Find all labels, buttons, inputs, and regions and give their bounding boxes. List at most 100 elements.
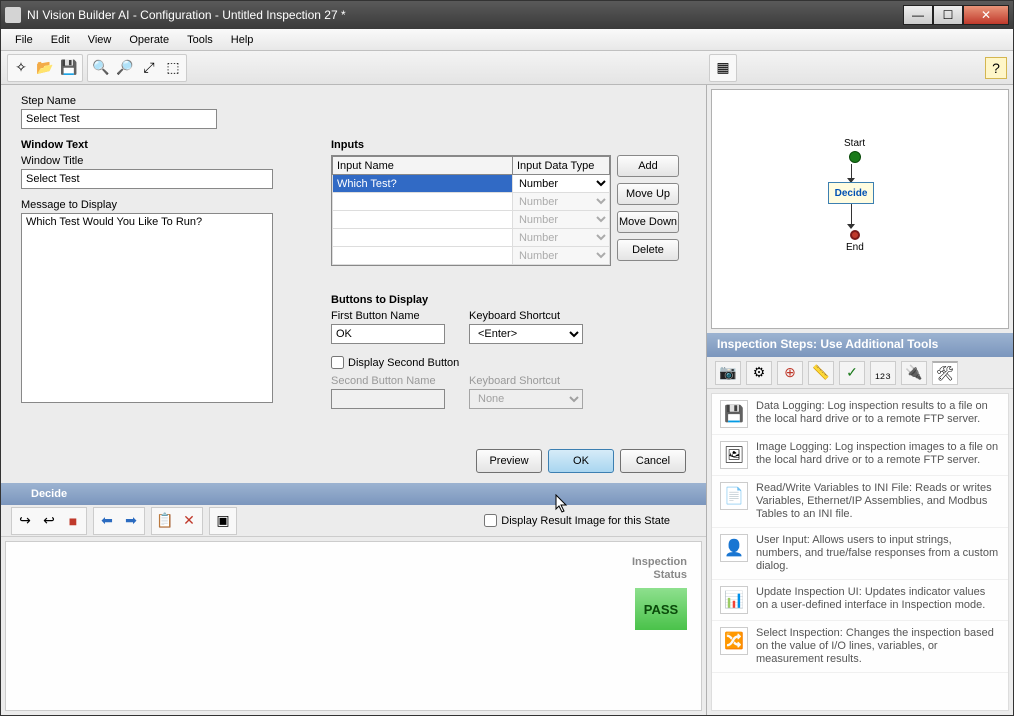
save-icon[interactable]: 💾 [58, 57, 80, 79]
col-input-type[interactable]: Input Data Type [512, 157, 609, 175]
tab-camera-icon[interactable]: 📷 [715, 361, 741, 385]
flow-start-label: Start [844, 138, 865, 149]
table-row[interactable]: Number [333, 211, 610, 229]
step-item[interactable]: 👤User Input: Allows users to input strin… [712, 528, 1008, 580]
step-out-icon[interactable]: ↩ [38, 510, 60, 532]
table-row[interactable]: Number [333, 193, 610, 211]
move-up-button[interactable]: Move Up [617, 183, 679, 205]
zoom-in-icon[interactable]: 🔍 [90, 57, 112, 79]
new-icon[interactable]: ✧ [10, 57, 32, 79]
next-icon[interactable]: ➡ [120, 510, 142, 532]
keyboard-shortcut-select[interactable]: <Enter> [469, 324, 583, 344]
message-textarea[interactable]: Which Test Would You Like To Run? [21, 213, 273, 403]
step-text: User Input: Allows users to input string… [756, 534, 1000, 573]
step-icon: 📊 [720, 586, 748, 614]
inputs-table: Input Name Input Data Type Which Test?Nu… [331, 155, 611, 266]
menu-edit[interactable]: Edit [43, 32, 78, 48]
app-icon [5, 7, 21, 23]
step-item[interactable]: 📊Update Inspection UI: Updates indicator… [712, 580, 1008, 621]
zoom-fit-icon[interactable]: ⤢ [138, 57, 160, 79]
tab-target-icon[interactable]: ⊕ [777, 361, 803, 385]
zoom-region-icon[interactable]: ⬚ [162, 57, 184, 79]
main-toolbar: ✧ 📂 💾 🔍 🔎 ⤢ ⬚ ▦ ? [1, 51, 1013, 85]
window-title-input[interactable] [21, 169, 273, 189]
step-item[interactable]: 🔀 Select Inspection: Changes the inspecti… [712, 621, 1008, 673]
flow-start[interactable]: Start [844, 138, 865, 163]
step-icon: 🔀 [720, 627, 748, 655]
flow-end[interactable]: End [846, 230, 864, 253]
steps-toolbar: 📷 ⚙ ⊕ 📏 ✓ ₁₂₃ 🔌 🛠 [707, 357, 1013, 389]
input-name-cell[interactable]: Which Test? [333, 175, 513, 193]
pass-indicator: PASS [635, 588, 687, 630]
help-icon[interactable]: ? [985, 57, 1007, 79]
tab-measure-icon[interactable]: 📏 [808, 361, 834, 385]
input-name-cell[interactable] [333, 211, 513, 229]
tab-check-icon[interactable]: ✓ [839, 361, 865, 385]
clipboard-icon[interactable]: 📋 [154, 510, 176, 532]
minimize-button[interactable]: — [903, 5, 933, 25]
display-result-label: Display Result Image for this State [501, 515, 670, 527]
delete-step-icon[interactable]: ✕ [178, 510, 200, 532]
step-icon: 🖼 [720, 441, 748, 469]
table-row[interactable]: Which Test?Number [333, 175, 610, 193]
menu-view[interactable]: View [80, 32, 120, 48]
layout-icon[interactable]: ▦ [712, 57, 734, 79]
menu-operate[interactable]: Operate [121, 32, 177, 48]
input-name-cell[interactable] [333, 193, 513, 211]
step-item[interactable]: 💾Data Logging: Log inspection results to… [712, 394, 1008, 435]
display-result-checkbox[interactable] [484, 514, 497, 527]
window-text-heading: Window Text [21, 139, 301, 151]
ok-button[interactable]: OK [548, 449, 614, 473]
menu-tools[interactable]: Tools [179, 32, 221, 48]
preview-button[interactable]: Preview [476, 449, 542, 473]
keyboard-shortcut2-select: None [469, 389, 583, 409]
tab-numeric-icon[interactable]: ₁₂₃ [870, 361, 896, 385]
prev-icon[interactable]: ⬅ [96, 510, 118, 532]
menu-help[interactable]: Help [223, 32, 262, 48]
flow-decide-label: Decide [828, 182, 874, 204]
step-name-input[interactable] [21, 109, 217, 129]
close-button[interactable]: ✕ [963, 5, 1009, 25]
input-name-cell[interactable] [333, 229, 513, 247]
table-row[interactable]: Number [333, 247, 610, 265]
zoom-out-icon[interactable]: 🔎 [114, 57, 136, 79]
tab-tools-icon[interactable]: 🛠 [932, 361, 958, 385]
step-item[interactable]: 🖼Image Logging: Log inspection images to… [712, 435, 1008, 476]
titlebar: NI Vision Builder AI - Configuration - U… [1, 1, 1013, 29]
input-type-select: Number [513, 211, 609, 228]
flow-decide[interactable]: Decide [828, 182, 874, 204]
maximize-button[interactable]: ☐ [933, 5, 963, 25]
details-icon[interactable]: ▣ [212, 510, 234, 532]
keyboard-shortcut2-label: Keyboard Shortcut [469, 375, 583, 387]
second-button-name-input [331, 389, 445, 409]
first-button-name-input[interactable] [331, 324, 445, 344]
window-title-label: Window Title [21, 155, 301, 167]
display-second-checkbox[interactable] [331, 356, 344, 369]
stop-icon[interactable]: ■ [62, 510, 84, 532]
step-in-icon[interactable]: ↪ [14, 510, 36, 532]
move-down-button[interactable]: Move Down [617, 211, 679, 233]
step-icon: 💾 [720, 400, 748, 428]
display-second-label: Display Second Button [348, 357, 459, 369]
steps-header: Inspection Steps: Use Additional Tools [707, 333, 1013, 357]
tab-io-icon[interactable]: 🔌 [901, 361, 927, 385]
col-input-name[interactable]: Input Name [333, 157, 513, 175]
step-text: Select Inspection: Changes the inspectio… [756, 627, 1000, 666]
add-button[interactable]: Add [617, 155, 679, 177]
state-toolbar: ↪ ↩ ■ ⬅ ➡ 📋 ✕ ▣ Display Res [1, 505, 706, 537]
open-icon[interactable]: 📂 [34, 57, 56, 79]
step-name-label: Step Name [21, 95, 686, 107]
tab-process-icon[interactable]: ⚙ [746, 361, 772, 385]
menu-file[interactable]: File [7, 32, 41, 48]
steps-list[interactable]: 💾Data Logging: Log inspection results to… [711, 393, 1009, 711]
cancel-button[interactable]: Cancel [620, 449, 686, 473]
input-name-cell[interactable] [333, 247, 513, 265]
flowchart[interactable]: Start Decide End [711, 89, 1009, 329]
table-row[interactable]: Number [333, 229, 610, 247]
second-button-name-label: Second Button Name [331, 375, 445, 387]
step-item[interactable]: 📄Read/Write Variables to INI File: Reads… [712, 476, 1008, 528]
delete-button[interactable]: Delete [617, 239, 679, 261]
state-header: Decide [1, 483, 706, 505]
window-title: NI Vision Builder AI - Configuration - U… [27, 8, 903, 22]
input-type-select[interactable]: Number [513, 175, 609, 192]
